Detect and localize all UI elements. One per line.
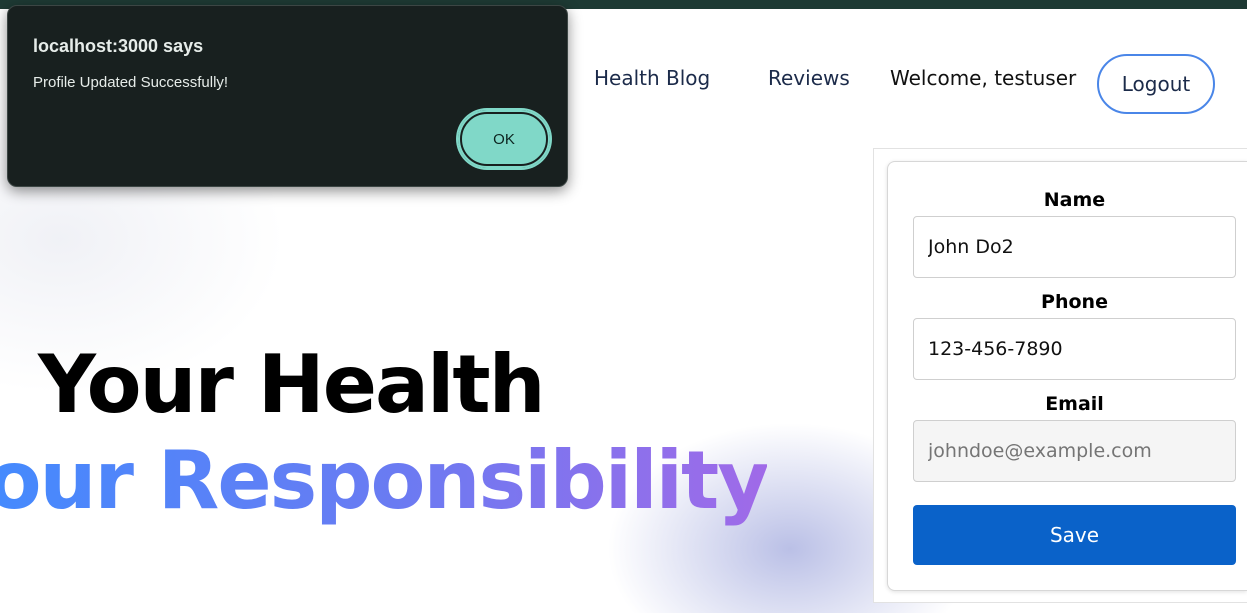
nav-link-health-blog[interactable]: Health Blog: [594, 66, 710, 90]
phone-input[interactable]: [913, 318, 1236, 380]
name-label: Name: [1043, 189, 1106, 211]
ok-button[interactable]: OK: [458, 110, 550, 168]
logout-button[interactable]: Logout: [1097, 54, 1215, 114]
hero-title-line1: Your Health: [38, 338, 546, 431]
nav-link-reviews[interactable]: Reviews: [768, 66, 850, 90]
welcome-text: Welcome, testuser: [890, 66, 1077, 90]
name-input[interactable]: [913, 216, 1236, 278]
alert-dialog: localhost:3000 says Profile Updated Succ…: [7, 5, 568, 187]
dialog-title: localhost:3000 says: [33, 36, 204, 56]
phone-label: Phone: [1041, 291, 1108, 313]
dialog-message: Profile Updated Successfully!: [33, 74, 229, 91]
email-input[interactable]: [913, 420, 1236, 482]
hero-title-line2: Your Responsibility: [0, 434, 769, 527]
save-button[interactable]: Save: [913, 505, 1236, 565]
email-label: Email: [1045, 393, 1104, 415]
